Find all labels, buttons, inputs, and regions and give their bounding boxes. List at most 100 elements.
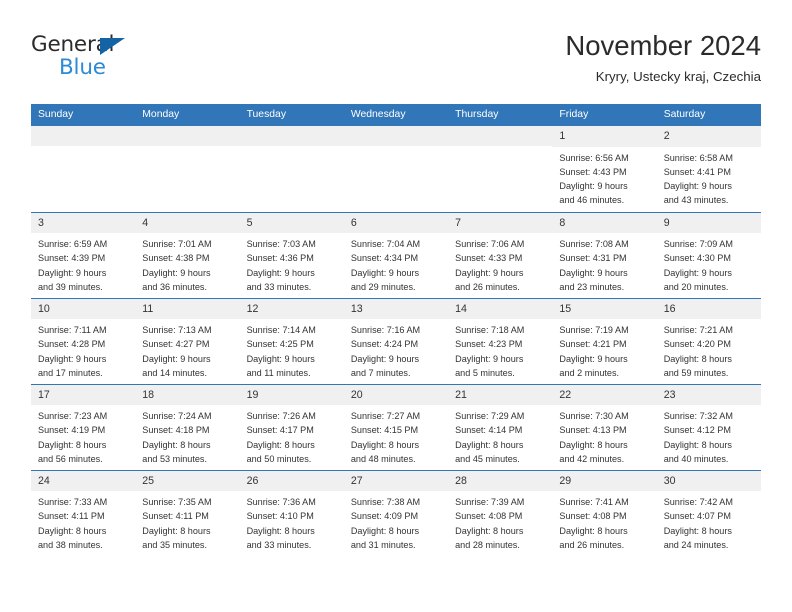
- calendar-day-cell[interactable]: 29 Sunrise: 7:41 AM Sunset: 4:08 PM Dayligh…: [552, 469, 657, 557]
- day-cell-content: 22 Sunrise: 7:30 AM Sunset: 4:13 PM Dayligh…: [552, 384, 657, 470]
- sunset-time: Sunset: 4:17 PM: [246, 425, 314, 436]
- day-cell-content: 12 Sunrise: 7:14 AM Sunset: 4:25 PM Dayligh…: [239, 298, 344, 384]
- daylight-duration-line1: Daylight: 9 hours: [246, 353, 315, 364]
- calendar-day-cell[interactable]: 20 Sunrise: 7:27 AM Sunset: 4:15 PM Dayligh…: [343, 383, 449, 471]
- sunset-time: Sunset: 4:30 PM: [663, 253, 731, 264]
- sunrise-time: Sunrise: 7:01 AM: [142, 239, 212, 250]
- daylight-duration-line2: and 29 minutes.: [350, 281, 416, 292]
- sunset-time: Sunset: 4:41 PM: [663, 166, 731, 177]
- daylight-duration-line2: and 26 minutes.: [559, 539, 625, 550]
- daylight-duration-line1: Daylight: 8 hours: [663, 353, 732, 364]
- general-blue-logo[interactable]: General Blue: [31, 32, 231, 88]
- day-number: [343, 126, 449, 147]
- day-details: Sunrise: 7:03 AM Sunset: 4:36 PM Daylight:…: [240, 233, 344, 294]
- day-cell-content: 10 Sunrise: 7:11 AM Sunset: 4:28 PM Dayligh…: [31, 298, 136, 384]
- day-cell-content: 4 Sunrise: 7:01 AM Sunset: 4:38 PM Daylight…: [135, 212, 240, 298]
- daylight-duration-line1: Daylight: 9 hours: [455, 353, 524, 364]
- day-details: Sunrise: 7:38 AM Sunset: 4:09 PM Daylight:…: [344, 491, 448, 552]
- daylight-duration-line2: and 43 minutes.: [663, 195, 729, 206]
- calendar-day-cell[interactable]: 15 Sunrise: 7:19 AM Sunset: 4:21 PM Dayligh…: [552, 297, 657, 385]
- calendar-day-cell[interactable]: 25 Sunrise: 7:35 AM Sunset: 4:11 PM Dayligh…: [135, 469, 240, 557]
- daylight-duration-line2: and 53 minutes.: [142, 453, 207, 464]
- sunset-time: Sunset: 4:23 PM: [455, 339, 523, 350]
- day-cell-content: 3 Sunrise: 6:59 AM Sunset: 4:39 PM Daylight…: [31, 212, 136, 298]
- daylight-duration-line2: and 31 minutes.: [350, 539, 416, 550]
- calendar-day-cell[interactable]: 12 Sunrise: 7:14 AM Sunset: 4:25 PM Dayligh…: [239, 297, 344, 385]
- day-cell-content: 30 Sunrise: 7:42 AM Sunset: 4:07 PM Dayligh…: [656, 470, 761, 557]
- daylight-duration-line1: Daylight: 9 hours: [350, 353, 420, 364]
- calendar-day-cell[interactable]: 24 Sunrise: 7:33 AM Sunset: 4:11 PM Dayligh…: [31, 469, 136, 557]
- calendar-day-cell[interactable]: 5 Sunrise: 7:03 AM Sunset: 4:36 PM Daylight…: [239, 211, 344, 299]
- calendar-day-cell[interactable]: 9 Sunrise: 7:09 AM Sunset: 4:30 PM Daylight…: [656, 211, 761, 299]
- calendar-day-cell[interactable]: 2 Sunrise: 6:58 AM Sunset: 4:41 PM Daylight…: [656, 126, 761, 212]
- calendar-day-cell[interactable]: 21 Sunrise: 7:29 AM Sunset: 4:14 PM Dayligh…: [448, 383, 553, 471]
- daylight-duration-line1: Daylight: 8 hours: [663, 439, 732, 450]
- calendar-day-cell[interactable]: 18 Sunrise: 7:24 AM Sunset: 4:18 PM Dayligh…: [135, 383, 240, 471]
- sunrise-time: Sunrise: 7:19 AM: [559, 325, 629, 336]
- calendar-day-cell[interactable]: 30 Sunrise: 7:42 AM Sunset: 4:07 PM Dayligh…: [656, 469, 761, 557]
- calendar-day-cell: [31, 126, 136, 212]
- sunset-time: Sunset: 4:15 PM: [350, 425, 419, 436]
- day-number: 28: [448, 470, 553, 492]
- calendar-week-row: 24 Sunrise: 7:33 AM Sunset: 4:11 PM Dayligh…: [31, 469, 761, 557]
- calendar-week-row: 1 Sunrise: 6:56 AM Sunset: 4:43 PM Daylight…: [31, 126, 761, 212]
- day-details: Sunrise: 7:14 AM Sunset: 4:25 PM Daylight:…: [240, 319, 344, 380]
- calendar-day-cell[interactable]: 28 Sunrise: 7:39 AM Sunset: 4:08 PM Dayligh…: [448, 469, 553, 557]
- daylight-duration-line2: and 26 minutes.: [455, 281, 520, 292]
- sunset-time: Sunset: 4:36 PM: [246, 253, 314, 264]
- sunset-time: Sunset: 4:10 PM: [246, 511, 314, 522]
- calendar-day-cell[interactable]: 16 Sunrise: 7:21 AM Sunset: 4:20 PM Dayligh…: [656, 297, 761, 385]
- daylight-duration-line1: Daylight: 9 hours: [559, 267, 628, 278]
- calendar-day-cell[interactable]: 1 Sunrise: 6:56 AM Sunset: 4:43 PM Daylight…: [552, 126, 657, 212]
- day-number: 4: [135, 212, 240, 234]
- daylight-duration-line1: Daylight: 8 hours: [38, 525, 107, 536]
- daylight-duration-line2: and 59 minutes.: [663, 367, 729, 378]
- day-details: Sunrise: 7:35 AM Sunset: 4:11 PM Daylight:…: [135, 491, 239, 552]
- calendar-day-cell[interactable]: 7 Sunrise: 7:06 AM Sunset: 4:33 PM Daylight…: [448, 211, 553, 299]
- calendar-day-cell[interactable]: 22 Sunrise: 7:30 AM Sunset: 4:13 PM Dayligh…: [552, 383, 657, 471]
- sunrise-time: Sunrise: 6:58 AM: [663, 152, 733, 163]
- day-details: Sunrise: 7:19 AM Sunset: 4:21 PM Daylight:…: [552, 319, 656, 380]
- day-details: Sunrise: 7:11 AM Sunset: 4:28 PM Daylight:…: [31, 319, 135, 380]
- calendar-day-cell[interactable]: 14 Sunrise: 7:18 AM Sunset: 4:23 PM Dayligh…: [448, 297, 553, 385]
- calendar-day-cell[interactable]: 10 Sunrise: 7:11 AM Sunset: 4:28 PM Dayligh…: [31, 297, 136, 385]
- sunset-time: Sunset: 4:24 PM: [350, 339, 419, 350]
- sunrise-time: Sunrise: 7:26 AM: [246, 411, 316, 422]
- calendar-day-cell[interactable]: 6 Sunrise: 7:04 AM Sunset: 4:34 PM Daylight…: [343, 211, 449, 299]
- calendar-day-cell[interactable]: 19 Sunrise: 7:26 AM Sunset: 4:17 PM Dayligh…: [239, 383, 344, 471]
- daylight-duration-line1: Daylight: 9 hours: [455, 267, 524, 278]
- calendar-day-cell[interactable]: 11 Sunrise: 7:13 AM Sunset: 4:27 PM Dayligh…: [135, 297, 240, 385]
- sunset-time: Sunset: 4:31 PM: [559, 253, 627, 264]
- day-number: 13: [343, 298, 449, 320]
- day-cell-content: 15 Sunrise: 7:19 AM Sunset: 4:21 PM Dayligh…: [552, 298, 657, 384]
- sunrise-time: Sunrise: 6:56 AM: [559, 152, 629, 163]
- daylight-duration-line2: and 33 minutes.: [246, 539, 312, 550]
- calendar-day-cell[interactable]: 4 Sunrise: 7:01 AM Sunset: 4:38 PM Daylight…: [135, 211, 240, 299]
- calendar-day-cell[interactable]: 17 Sunrise: 7:23 AM Sunset: 4:19 PM Dayligh…: [31, 383, 136, 471]
- calendar-day-cell[interactable]: 27 Sunrise: 7:38 AM Sunset: 4:09 PM Dayligh…: [343, 469, 449, 557]
- day-details: Sunrise: 6:58 AM Sunset: 4:41 PM Daylight:…: [657, 147, 761, 208]
- daylight-duration-line1: Daylight: 8 hours: [350, 525, 420, 536]
- sunrise-time: Sunrise: 7:33 AM: [38, 497, 108, 508]
- calendar-day-cell: [239, 126, 344, 212]
- calendar-day-cell[interactable]: 8 Sunrise: 7:08 AM Sunset: 4:31 PM Daylight…: [552, 211, 657, 299]
- daylight-duration-line2: and 14 minutes.: [142, 367, 207, 378]
- day-cell-content: 18 Sunrise: 7:24 AM Sunset: 4:18 PM Dayligh…: [135, 384, 240, 470]
- daylight-duration-line1: Daylight: 9 hours: [142, 353, 211, 364]
- day-details: Sunrise: 7:42 AM Sunset: 4:07 PM Daylight:…: [657, 491, 761, 552]
- day-number: 14: [448, 298, 553, 320]
- calendar-day-cell[interactable]: 3 Sunrise: 6:59 AM Sunset: 4:39 PM Daylight…: [31, 211, 136, 299]
- day-details: Sunrise: 7:06 AM Sunset: 4:33 PM Daylight:…: [448, 233, 552, 294]
- sunrise-time: Sunrise: 7:36 AM: [246, 497, 316, 508]
- daylight-duration-line1: Daylight: 8 hours: [455, 525, 524, 536]
- daylight-duration-line1: Daylight: 8 hours: [559, 439, 628, 450]
- day-details: Sunrise: 7:41 AM Sunset: 4:08 PM Daylight:…: [552, 491, 656, 552]
- day-details: Sunrise: 7:26 AM Sunset: 4:17 PM Daylight:…: [240, 405, 344, 466]
- calendar-day-cell[interactable]: 13 Sunrise: 7:16 AM Sunset: 4:24 PM Dayligh…: [343, 297, 449, 385]
- day-details: Sunrise: 7:30 AM Sunset: 4:13 PM Daylight:…: [552, 405, 656, 466]
- sunset-time: Sunset: 4:13 PM: [559, 425, 627, 436]
- day-details: Sunrise: 7:21 AM Sunset: 4:20 PM Daylight:…: [657, 319, 761, 380]
- calendar-day-cell[interactable]: 26 Sunrise: 7:36 AM Sunset: 4:10 PM Dayligh…: [239, 469, 344, 557]
- calendar-day-cell[interactable]: 23 Sunrise: 7:32 AM Sunset: 4:12 PM Dayligh…: [656, 383, 761, 471]
- day-cell-content: [448, 126, 553, 212]
